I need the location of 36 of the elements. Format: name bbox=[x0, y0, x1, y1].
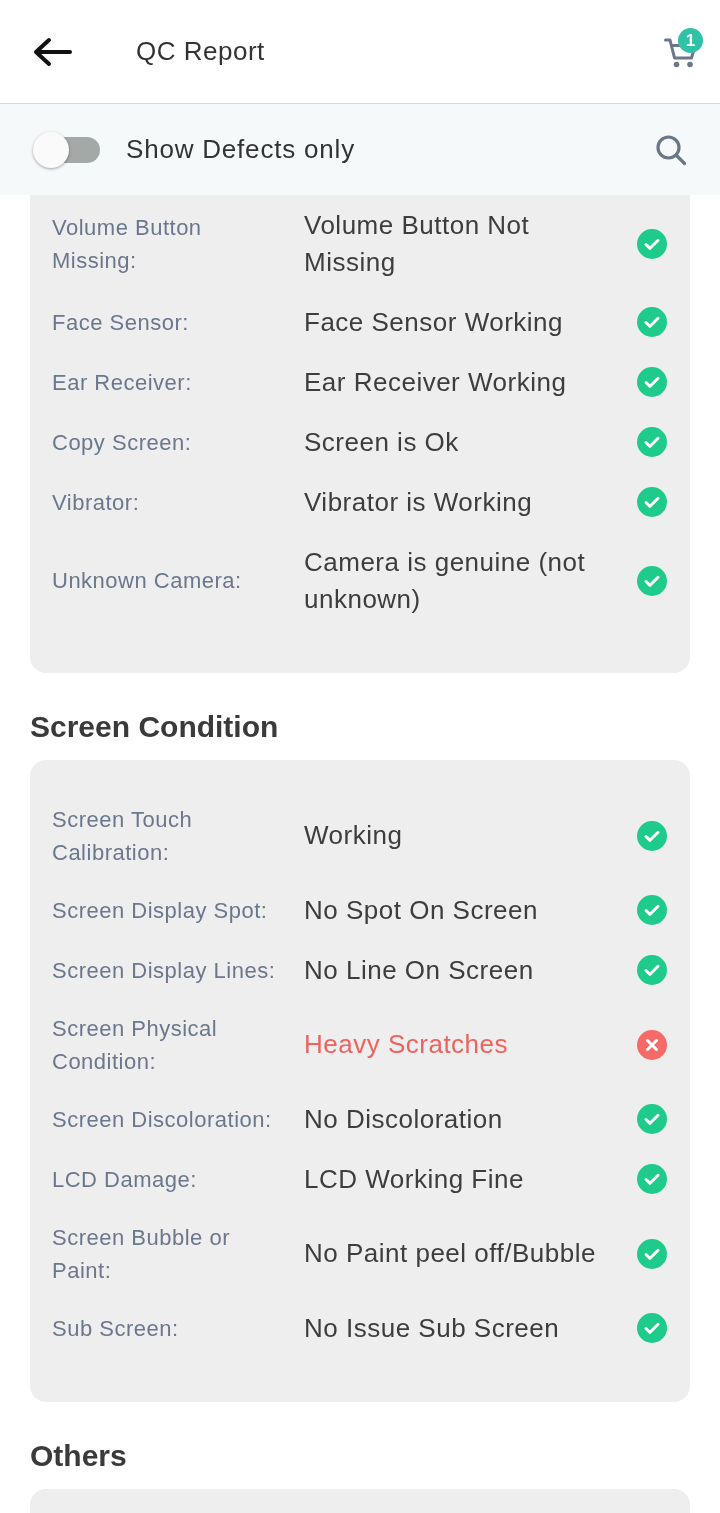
check-result: No Discoloration bbox=[304, 1102, 504, 1136]
section-heading: Screen Condition bbox=[30, 709, 280, 745]
check-result: Volume Button Not Missing bbox=[304, 208, 531, 279]
check-result: Face Sensor Working bbox=[304, 305, 564, 339]
check-result: No Issue Sub Screen bbox=[304, 1311, 561, 1345]
check-label: Screen Display Spot: bbox=[52, 896, 269, 925]
check-result: Ear Receiver Working bbox=[304, 365, 568, 399]
section-heading: Others bbox=[30, 1438, 128, 1474]
check-result: No Line On Screen bbox=[304, 953, 535, 987]
back-arrow-icon[interactable] bbox=[32, 36, 72, 67]
check-result: Heavy Scratches bbox=[304, 1028, 510, 1061]
check-result: No Paint peel off/Bubble bbox=[304, 1237, 597, 1270]
check-result: Vibrator is Working bbox=[304, 485, 534, 519]
check-label: Screen Bubble or Paint: bbox=[52, 1223, 231, 1285]
check-result: No Spot On Screen bbox=[304, 893, 539, 927]
check-label: Unknown Camera: bbox=[52, 567, 243, 595]
page-title: QC Report bbox=[136, 36, 265, 67]
check-label: Screen Display Lines: bbox=[52, 956, 277, 985]
check-result: LCD Working Fine bbox=[304, 1162, 525, 1196]
check-label: Ear Receiver: bbox=[52, 368, 193, 397]
check-label: Copy Screen: bbox=[52, 428, 193, 457]
check-label: Vibrator: bbox=[52, 488, 141, 517]
check-result: Working bbox=[304, 819, 404, 852]
cart-count-badge: 1 bbox=[678, 27, 703, 53]
show-defects-label: Show Defects only bbox=[126, 134, 355, 165]
check-label: Face Sensor: bbox=[52, 308, 190, 337]
defects-toggle[interactable] bbox=[33, 131, 102, 168]
check-label: Volume Button Missing: bbox=[52, 213, 203, 275]
check-label: Screen Discoloration: bbox=[52, 1105, 273, 1134]
check-label: Sub Screen: bbox=[52, 1314, 180, 1343]
check-result: Screen is Ok bbox=[304, 425, 460, 459]
check-label: Screen Physical Condition: bbox=[52, 1014, 219, 1076]
check-result: Camera is genuine (not unknown) bbox=[304, 545, 587, 616]
search-icon[interactable] bbox=[655, 133, 687, 166]
check-label: LCD Damage: bbox=[52, 1165, 198, 1194]
check-label: Screen Touch Calibration: bbox=[52, 805, 194, 867]
